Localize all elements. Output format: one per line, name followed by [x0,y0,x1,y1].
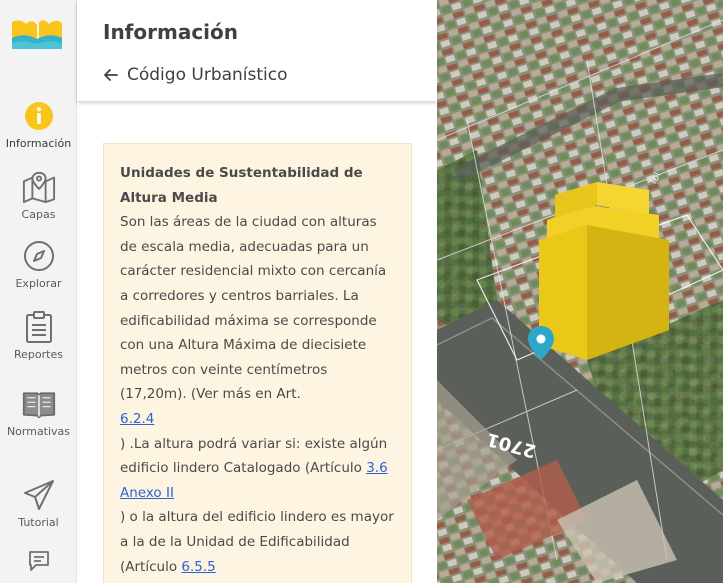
article-link[interactable]: 6.2.4 [120,411,154,427]
card-title: Unidades de Sustentabilidad de Altura Me… [120,165,363,206]
clipboard-icon [22,310,56,344]
panel-header: Información Código Urbanístico [77,0,437,101]
back-button[interactable]: Código Urbanístico [103,65,288,85]
sidebar: Información Capas Explorar Reportes Norm… [0,0,77,583]
sidebar-item-tutorial[interactable]: Tutorial [0,478,77,529]
ba-logo[interactable] [10,16,64,50]
card-paragraph: Son las áreas de la ciudad con alturas d… [120,214,387,403]
sidebar-item-label: Normativas [6,425,71,438]
book-icon [22,387,56,421]
app-root: Información Capas Explorar Reportes Norm… [0,0,723,583]
paper-plane-icon [22,478,56,512]
sidebar-item-chat[interactable] [0,548,77,574]
sidebar-item-label: Información [5,137,72,150]
satellite-map[interactable]: 2701 Tol [437,0,723,583]
card-paragraph: ) o la altura del edificio lindero es ma… [120,509,394,575]
page-title: Información [103,20,239,44]
sidebar-item-label: Explorar [15,277,62,290]
back-label: Código Urbanístico [127,65,288,85]
sidebar-item-informacion[interactable]: Información [0,99,77,150]
sidebar-item-explorar[interactable]: Explorar [0,239,77,290]
chat-icon [22,548,56,574]
compass-icon [22,239,56,273]
sidebar-item-label: Tutorial [18,516,59,529]
sidebar-item-capas[interactable]: Capas [0,170,77,221]
card-paragraph: ) .La altura podrá variar si: existe alg… [120,435,388,477]
article-link[interactable]: 6.5.5 [181,559,215,575]
layers-map-icon [22,170,56,204]
sidebar-item-reportes[interactable]: Reportes [0,310,77,361]
map-view[interactable]: 2701 Tol [437,0,723,583]
zoning-info-card: Unidades de Sustentabilidad de Altura Me… [103,143,412,583]
sidebar-item-normativas[interactable]: Normativas [0,387,77,438]
sidebar-item-label: Reportes [14,348,63,361]
arrow-left-icon [104,69,118,81]
info-panel: Información Código Urbanístico Unidades … [77,0,437,583]
info-icon [22,99,56,133]
card-body: Son las áreas de la ciudad con alturas d… [120,210,395,583]
sidebar-item-label: Capas [21,208,56,221]
